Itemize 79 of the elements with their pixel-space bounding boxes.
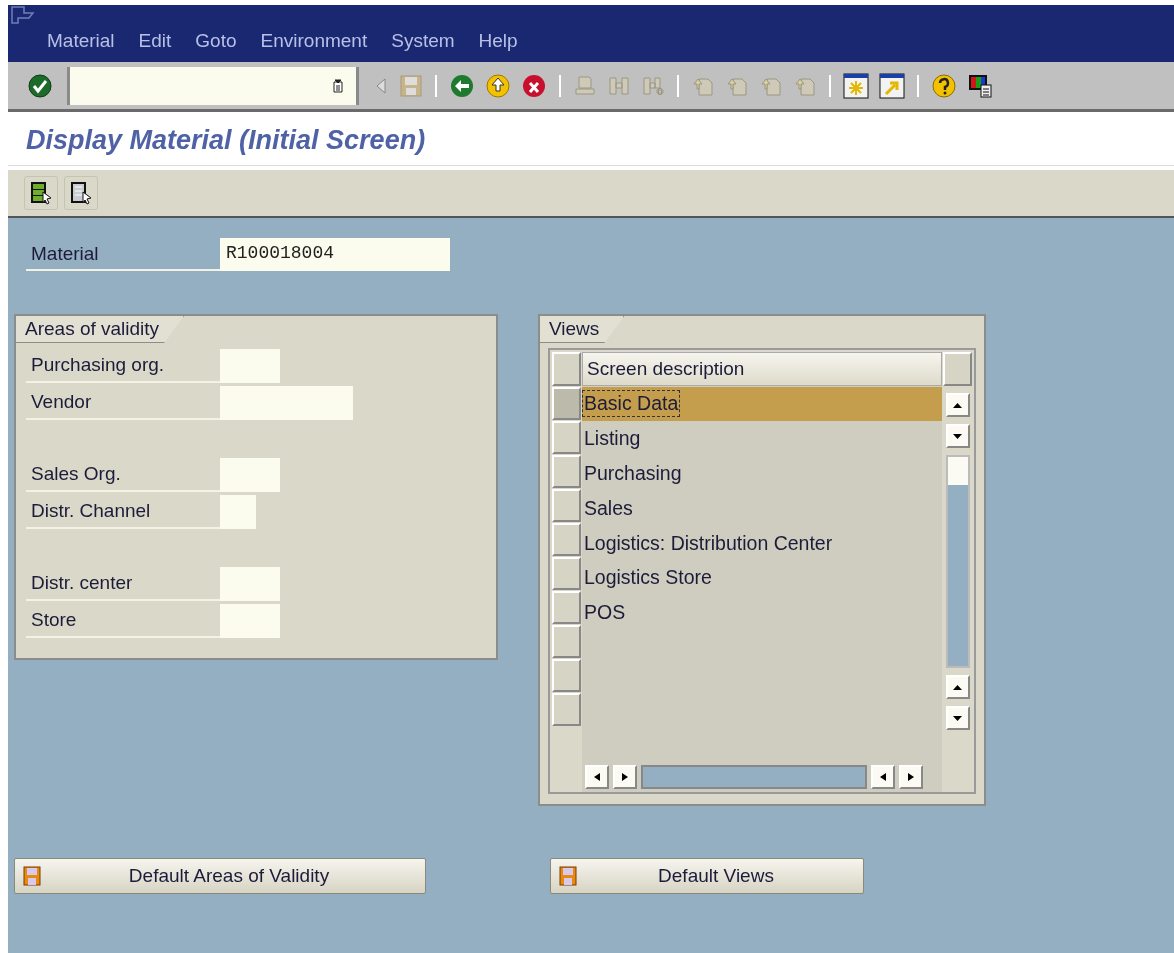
help-icon[interactable] <box>931 72 957 99</box>
scroll-down-button[interactable] <box>945 706 970 730</box>
scroll-up-button[interactable] <box>945 393 970 417</box>
input-field[interactable] <box>220 458 280 492</box>
row-selector[interactable] <box>552 489 581 522</box>
horizontal-scrollbar[interactable] <box>641 765 867 789</box>
row-selector[interactable] <box>552 659 581 692</box>
menu-item[interactable]: System <box>391 30 455 52</box>
input-field[interactable] <box>220 567 280 601</box>
table-cell: Basic Data <box>582 390 681 418</box>
table-cell-text: Listing <box>583 426 642 452</box>
input-field[interactable] <box>220 386 353 420</box>
scroll-left-button[interactable] <box>585 765 609 789</box>
input-field[interactable] <box>220 349 280 383</box>
row-selector[interactable] <box>552 421 581 454</box>
table-cell-text: Purchasing <box>583 461 683 486</box>
default-button[interactable]: Default Views <box>550 858 864 894</box>
command-field[interactable] <box>67 66 359 105</box>
row-selector[interactable] <box>552 387 581 420</box>
left-triangle-icon <box>594 773 600 781</box>
default-button[interactable]: Default Areas of Validity <box>14 858 426 894</box>
right-triangle-icon <box>622 773 628 781</box>
table-row[interactable]: Sales <box>582 491 942 526</box>
input-field[interactable] <box>220 604 280 638</box>
scroll-right-button[interactable] <box>899 765 923 789</box>
group-title: Areas of validity <box>16 316 185 343</box>
menu-item[interactable]: Help <box>478 30 518 52</box>
shortcut-icon[interactable] <box>879 72 905 99</box>
group-title: Views <box>540 316 625 343</box>
table-row[interactable]: Purchasing <box>582 456 942 491</box>
table-row[interactable]: Basic Data <box>582 387 942 421</box>
back-icon[interactable] <box>449 72 475 99</box>
menu-item[interactable]: Environment <box>260 30 368 52</box>
table-row[interactable]: Listing <box>582 421 942 456</box>
row-selector[interactable] <box>552 693 581 726</box>
layout-icon[interactable] <box>967 72 993 99</box>
new-window-icon[interactable] <box>843 72 869 99</box>
menu-item[interactable]: Edit <box>138 30 172 52</box>
list-cursor-icon <box>30 181 52 205</box>
window-menu-icon[interactable] <box>10 5 36 25</box>
save-icon <box>559 866 577 886</box>
menu-item[interactable]: Goto <box>195 30 237 52</box>
right-triangle-icon <box>908 773 914 781</box>
row-selector[interactable] <box>552 557 581 590</box>
table-row[interactable]: Logistics: Distribution Center <box>582 526 942 560</box>
left-triangle-icon <box>880 773 886 781</box>
select-all-button[interactable] <box>552 352 581 386</box>
scroll-down-button[interactable] <box>945 424 970 448</box>
exit-icon[interactable] <box>485 72 511 99</box>
up-triangle-icon <box>953 402 962 408</box>
scroll-up-button[interactable] <box>945 675 970 699</box>
table-cell-text: Sales <box>583 495 634 521</box>
column-settings-button[interactable] <box>943 352 972 386</box>
row-selector[interactable] <box>552 455 581 488</box>
down-triangle-icon <box>953 433 962 439</box>
menu-item[interactable]: Material <box>47 30 115 52</box>
table-row[interactable]: POS <box>582 595 942 630</box>
table-cell-text: Logistics Store <box>583 565 713 591</box>
checkmark-icon[interactable] <box>27 72 53 99</box>
vertical-scrollbar[interactable] <box>945 455 970 668</box>
table-row[interactable]: Logistics Store <box>582 561 942 595</box>
down-triangle-icon <box>953 715 962 721</box>
cancel-icon[interactable] <box>521 72 547 99</box>
row-selector[interactable] <box>552 625 581 658</box>
up-triangle-icon <box>953 684 962 690</box>
org-levels-button[interactable] <box>64 176 98 210</box>
document-cursor-icon <box>70 181 92 205</box>
table-cell-text: Logistics: Distribution Center <box>583 530 834 556</box>
input-field[interactable] <box>220 495 256 529</box>
screen-title: Display Material (Initial Screen) <box>26 124 426 156</box>
row-selector[interactable] <box>552 523 581 556</box>
table-cell-text: POS <box>583 600 627 626</box>
scroll-right-button[interactable] <box>613 765 637 789</box>
select-views-button[interactable] <box>24 176 58 210</box>
save-icon <box>23 866 41 886</box>
material-input[interactable]: R100018004 <box>220 238 450 271</box>
column-header[interactable]: Screen description <box>582 352 942 386</box>
row-selector[interactable] <box>552 591 581 624</box>
scroll-left-button[interactable] <box>871 765 895 789</box>
